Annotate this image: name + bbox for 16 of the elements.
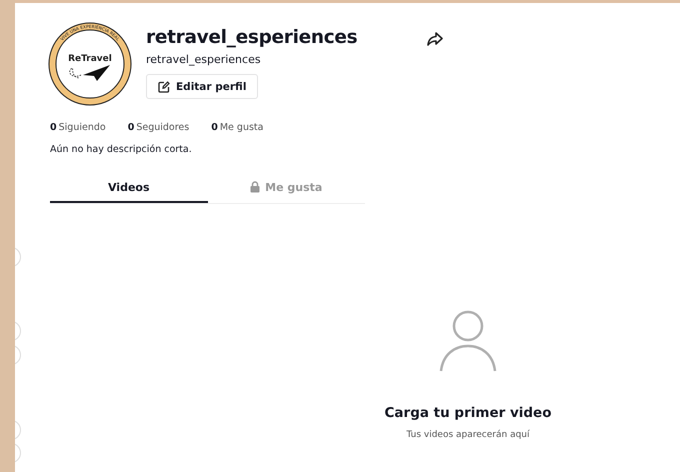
share-icon[interactable]	[427, 32, 444, 46]
stat-label: Me gusta	[220, 122, 264, 133]
user-icon	[439, 310, 497, 372]
stat-label: Siguiendo	[58, 122, 106, 133]
stat-count: 0	[128, 122, 134, 133]
tab[interactable]: Videos	[50, 173, 208, 203]
empty-subtitle: Tus videos aparecerán aquí	[406, 430, 530, 440]
edit-icon	[158, 80, 170, 92]
stat-count: 0	[50, 122, 57, 133]
empty-title: Carga tu primer video	[384, 405, 552, 421]
bio-text: Aún no hay descripción corta.	[50, 144, 193, 155]
profile-title: retravel_esperiences	[146, 26, 358, 48]
stat-label: Seguidores	[136, 122, 190, 133]
stat-count: 0	[211, 122, 218, 133]
profile-handle: retravel_esperiences	[146, 53, 262, 66]
edit-profile-button[interactable]: Editar perfil	[146, 74, 258, 99]
